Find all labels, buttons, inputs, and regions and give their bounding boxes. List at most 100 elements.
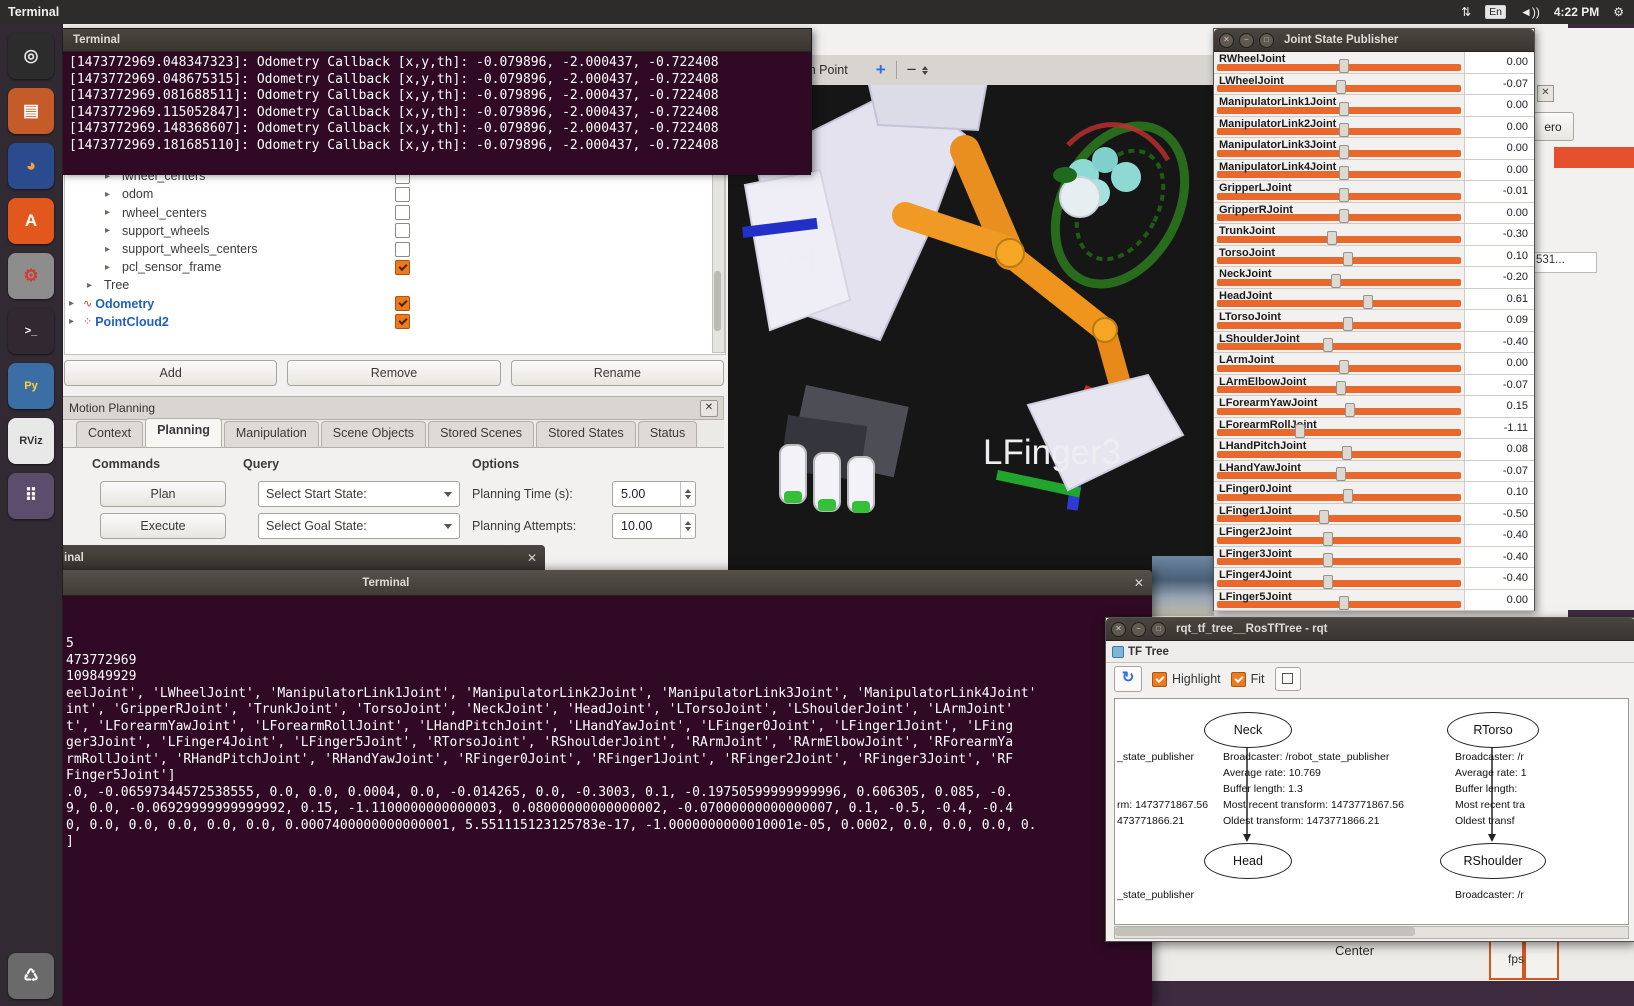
clock[interactable]: 4:22 PM <box>1554 5 1599 19</box>
tf-node-head[interactable]: Head <box>1204 843 1292 879</box>
minimize-icon[interactable]: − <box>1239 33 1254 48</box>
tab[interactable]: Context <box>76 421 143 447</box>
highlight-checkbox[interactable]: Highlight <box>1152 672 1221 687</box>
terminal-output[interactable]: [1473772969.048347323]: Odometry Callbac… <box>63 52 811 175</box>
checkbox-checked-icon[interactable] <box>1152 672 1167 687</box>
joint-slider-cell[interactable]: TorsoJoint <box>1214 246 1464 267</box>
joint-slider-cell[interactable]: GripperRJoint <box>1214 203 1464 224</box>
joint-slider-handle[interactable] <box>1331 274 1341 288</box>
maximize-icon[interactable]: □ <box>1259 33 1274 48</box>
joint-value[interactable]: 0.00 <box>1464 138 1534 159</box>
launcher-item[interactable]: >_ <box>8 308 54 354</box>
display-tree-item[interactable]: ▸ ⁘ PointCloud2 <box>65 313 725 331</box>
joint-slider-cell[interactable]: LFinger3Joint <box>1214 547 1464 568</box>
remove-button[interactable]: Remove <box>287 360 500 386</box>
display-tree-item[interactable]: ▸ rwheel_centers <box>65 204 725 222</box>
tab[interactable]: Scene Objects <box>321 421 426 447</box>
joint-slider-handle[interactable] <box>1339 166 1349 180</box>
joint-state-publisher-window[interactable]: ✕ − □ Joint State Publisher RWheelJoint … <box>1213 28 1535 611</box>
expand-arrow-icon[interactable]: ▸ <box>105 207 116 218</box>
joint-value[interactable]: -0.40 <box>1464 547 1534 568</box>
close-icon[interactable]: ✕ <box>700 400 718 417</box>
tf-node-rtorso[interactable]: RTorso <box>1447 712 1539 748</box>
joint-slider-handle[interactable] <box>1327 231 1337 245</box>
joint-slider-handle[interactable] <box>1342 446 1352 460</box>
joint-slider-cell[interactable]: NeckJoint <box>1214 267 1464 288</box>
joint-slider-handle[interactable] <box>1339 188 1349 202</box>
launcher-item[interactable]: ⚙ <box>8 253 54 299</box>
joint-value[interactable]: -0.40 <box>1464 332 1534 353</box>
joint-slider-cell[interactable]: LShoulderJoint <box>1214 332 1464 353</box>
joint-slider-cell[interactable]: TrunkJoint <box>1214 224 1464 245</box>
network-swap-icon[interactable]: ⇅ <box>1461 5 1471 19</box>
joint-value[interactable]: 0.09 <box>1464 310 1534 331</box>
joint-slider-handle[interactable] <box>1339 123 1349 137</box>
joint-slider-handle[interactable] <box>1323 575 1333 589</box>
spinner-arrows-icon[interactable] <box>922 66 928 75</box>
refresh-button[interactable]: ↻ <box>1114 666 1142 692</box>
launcher-item[interactable]: ▤ <box>8 88 54 134</box>
rqt-tf-tree-window[interactable]: ✕ − □ rqt_tf_tree__RosTfTree - rqt TF Tr… <box>1105 617 1634 942</box>
joint-slider-handle[interactable] <box>1323 532 1333 546</box>
joint-value[interactable]: 0.00 <box>1464 203 1534 224</box>
display-enable-checkbox[interactable] <box>395 296 410 311</box>
joint-slider-cell[interactable]: HeadJoint <box>1214 289 1464 310</box>
rqt-titlebar[interactable]: ✕ − □ rqt_tf_tree__RosTfTree - rqt <box>1106 618 1634 641</box>
joint-value[interactable]: -0.30 <box>1464 224 1534 245</box>
joint-slider-handle[interactable] <box>1339 102 1349 116</box>
expand-arrow-icon[interactable]: ▸ <box>105 225 116 236</box>
display-enable-checkbox[interactable] <box>395 187 410 202</box>
joint-slider-cell[interactable]: LFinger5Joint <box>1214 590 1464 611</box>
terminal-window-top[interactable]: Terminal [1473772969.048347323]: Odometr… <box>62 28 812 172</box>
joint-slider-handle[interactable] <box>1339 209 1349 223</box>
joint-value[interactable]: -0.20 <box>1464 267 1534 288</box>
tf-node-neck[interactable]: Neck <box>1204 712 1292 748</box>
joint-slider-cell[interactable]: LHandPitchJoint <box>1214 439 1464 460</box>
joint-slider-handle[interactable] <box>1323 553 1333 567</box>
terminal-titlebar[interactable]: Terminal <box>63 29 811 52</box>
joint-slider-handle[interactable] <box>1323 338 1333 352</box>
spin-arrows-icon[interactable] <box>680 482 695 506</box>
joint-slider-handle[interactable] <box>1336 467 1346 481</box>
joint-value[interactable]: 0.00 <box>1464 117 1534 138</box>
display-tree-item[interactable]: ▸ odom <box>65 185 725 203</box>
joint-slider-handle[interactable] <box>1339 145 1349 159</box>
joint-slider-cell[interactable]: LFinger1Joint <box>1214 504 1464 525</box>
display-tree-item[interactable]: ▸ ∿ Odometry <box>65 295 725 313</box>
display-tree-item[interactable]: ▸ Tree <box>65 276 725 294</box>
goal-state-combobox[interactable]: Select Goal State: <box>258 513 460 539</box>
joint-value[interactable]: 0.00 <box>1464 590 1534 611</box>
close-icon[interactable]: ✕ <box>527 551 537 565</box>
motion-planning-header[interactable]: Motion Planning ✕ <box>62 396 724 420</box>
launcher-item[interactable]: A <box>8 198 54 244</box>
display-enable-checkbox[interactable] <box>395 223 410 238</box>
rename-button[interactable]: Rename <box>511 360 724 386</box>
tab[interactable]: Manipulation <box>224 421 319 447</box>
scrollbar-handle[interactable] <box>714 271 721 331</box>
joint-slider-cell[interactable]: LForearmRollJoint <box>1214 418 1464 439</box>
start-state-combobox[interactable]: Select Start State: <box>258 481 460 507</box>
joint-slider-cell[interactable]: LArmJoint <box>1214 353 1464 374</box>
planning-attempts-spinbox[interactable]: 10.00 <box>612 513 696 539</box>
expand-arrow-icon[interactable]: ▸ <box>105 244 116 255</box>
joint-slider-cell[interactable]: LTorsoJoint <box>1214 310 1464 331</box>
terminal-bottom-titlebar[interactable]: Terminal ✕ <box>0 570 1152 596</box>
display-enable-checkbox[interactable] <box>395 205 410 220</box>
joint-slider-cell[interactable]: RWheelJoint <box>1214 52 1464 73</box>
joint-slider-handle[interactable] <box>1319 510 1329 524</box>
launcher-item[interactable]: RViz <box>8 418 54 464</box>
launcher-item[interactable]: ◎ <box>8 33 54 79</box>
save-image-button[interactable] <box>1275 667 1301 691</box>
minimize-icon[interactable]: − <box>1131 622 1146 637</box>
joint-value[interactable]: 0.00 <box>1464 160 1534 181</box>
joint-value[interactable]: 0.15 <box>1464 396 1534 417</box>
close-icon[interactable]: ✕ <box>1219 33 1234 48</box>
tab[interactable]: Planning <box>145 418 222 447</box>
joint-value[interactable]: 0.10 <box>1464 482 1534 503</box>
expand-arrow-icon[interactable]: ▸ <box>87 280 98 291</box>
joint-slider-handle[interactable] <box>1345 403 1355 417</box>
joint-value[interactable]: 0.00 <box>1464 95 1534 116</box>
joint-value[interactable]: -0.07 <box>1464 74 1534 95</box>
joint-slider-cell[interactable]: ManipulatorLink1Joint <box>1214 95 1464 116</box>
keyboard-layout-indicator[interactable]: En <box>1485 5 1506 19</box>
